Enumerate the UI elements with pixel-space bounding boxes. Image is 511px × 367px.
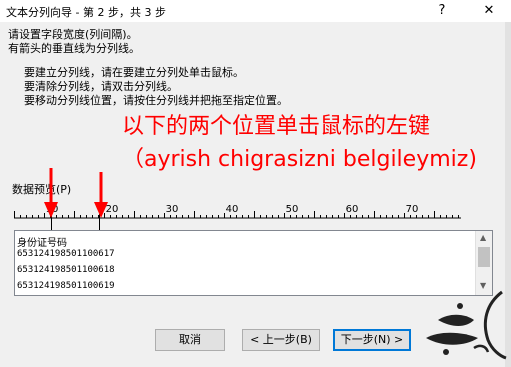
- ruler-label-40: 40: [225, 204, 239, 215]
- scroll-thumb[interactable]: [478, 247, 490, 267]
- data-preview-label: 数据预览(P): [12, 183, 72, 196]
- column-ruler[interactable]: 10 20 30 40 50 60 70: [14, 200, 461, 222]
- help-button[interactable]: ?: [428, 1, 456, 21]
- window-title: 文本分列向导 - 第 2 步，共 3 步: [6, 6, 166, 19]
- ruler-label-30: 30: [165, 204, 179, 215]
- intro-line-1: 请设置字段宽度(列间隔)。: [8, 28, 138, 41]
- ruler-label-60: 60: [345, 204, 359, 215]
- intro-text: 请设置字段宽度(列间隔)。 有箭头的垂直线为分列线。: [8, 28, 140, 56]
- next-button[interactable]: 下一步(N) >: [333, 329, 411, 351]
- back-button[interactable]: < 上一步(B): [242, 329, 320, 351]
- watermark-logo: [426, 290, 507, 360]
- scroll-up-icon[interactable]: ▲: [480, 233, 486, 242]
- preview-row: 653124198501100617: [17, 249, 115, 259]
- preview-row: 653124198501100619: [17, 281, 115, 291]
- instructions: 要建立分列线，请在要建立分列处单击鼠标。 要清除分列线，请双击分列线。 要移动分…: [24, 66, 288, 108]
- ruler-label-70: 70: [405, 204, 419, 215]
- red-arrow-icon: [44, 168, 58, 218]
- text-import-wizard-dialog: 文本分列向导 - 第 2 步，共 3 步 ? ✕ 请设置字段宽度(列间隔)。 有…: [0, 0, 511, 367]
- instruction-create: 要建立分列线，请在要建立分列处单击鼠标。: [24, 66, 244, 79]
- ruler-label-50: 50: [285, 204, 299, 215]
- instruction-move: 要移动分列线位置，请按住分列线并把拖至指定位置。: [24, 94, 288, 107]
- title-bar: 文本分列向导 - 第 2 步，共 3 步 ? ✕: [0, 0, 511, 22]
- preview-row: 653124198501100618: [17, 265, 115, 275]
- close-button[interactable]: ✕: [474, 1, 504, 21]
- red-annotation-text: 以下的两个位置单击鼠标的左键（ayrish chigrasizni belgil…: [122, 114, 477, 172]
- preview-header-row: 身份证号码: [17, 238, 67, 249]
- red-arrow-icon: [94, 172, 108, 218]
- cancel-button[interactable]: 取消: [155, 329, 225, 351]
- instruction-delete: 要清除分列线，请双击分列线。: [24, 80, 178, 93]
- intro-line-2: 有箭头的垂直线为分列线。: [8, 42, 140, 55]
